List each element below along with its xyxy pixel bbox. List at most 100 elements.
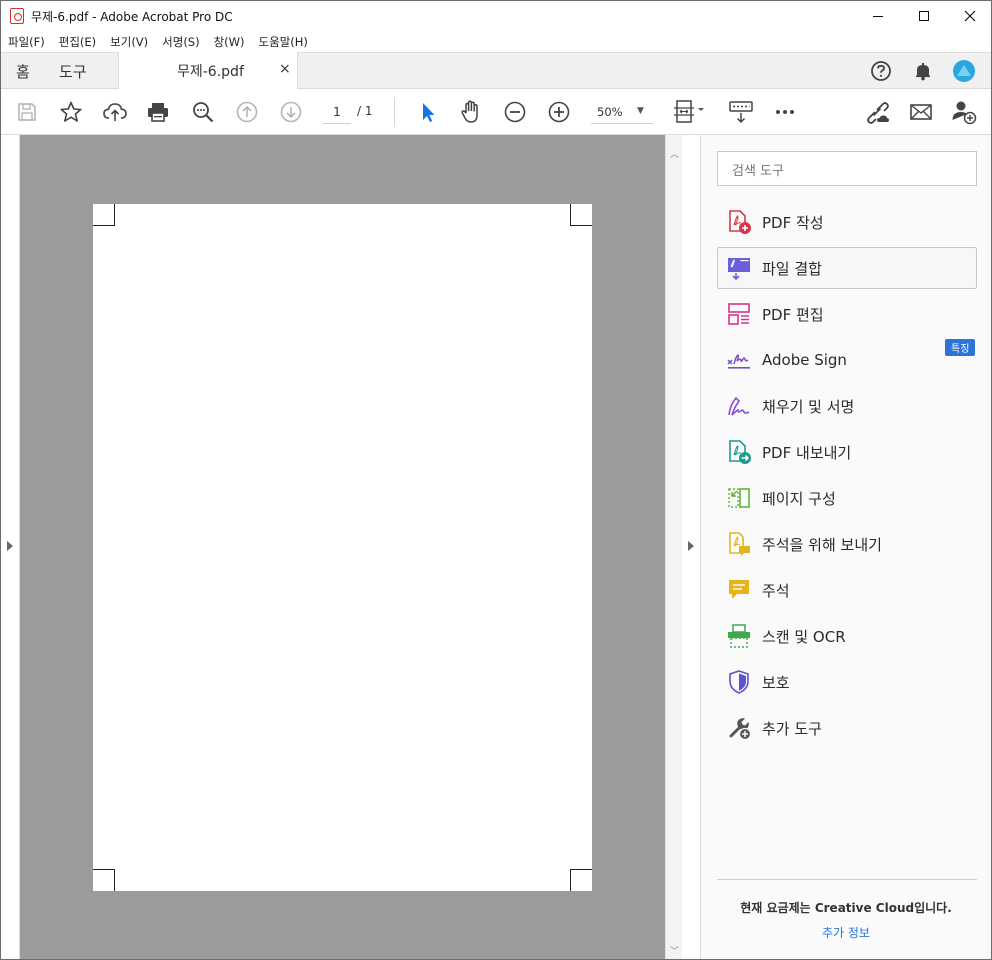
more-info-link[interactable]: 추가 정보 <box>701 924 991 941</box>
tool-send-for-comments[interactable]: 주석을 위해 보내기 <box>717 523 977 565</box>
featured-badge: 특징 <box>945 339 976 356</box>
window-title: 무제-6.pdf - Adobe Acrobat Pro DC <box>31 9 233 24</box>
protect-icon <box>726 669 752 695</box>
tool-label: 스캔 및 OCR <box>762 627 846 646</box>
crop-mark <box>570 869 592 891</box>
arrow-up-circle-icon <box>236 101 258 123</box>
acrobat-window: 무제-6.pdf - Adobe Acrobat Pro DC 파일(F) 편집… <box>0 0 992 960</box>
close-icon <box>964 10 976 22</box>
acrobat-app-icon <box>10 8 24 24</box>
scroll-down-icon[interactable]: ﹀ <box>670 944 679 957</box>
maximize-button[interactable] <box>901 1 947 31</box>
crop-mark <box>570 204 592 226</box>
search-document-button[interactable] <box>189 98 217 126</box>
save-button[interactable] <box>13 98 41 126</box>
menu-file[interactable]: 파일(F) <box>8 34 45 50</box>
read-mode-button[interactable] <box>727 98 755 126</box>
tool-organize-pages[interactable]: 페이지 구성 <box>717 477 977 519</box>
zoom-out-button[interactable] <box>501 98 529 126</box>
notifications-button[interactable] <box>911 59 935 83</box>
share-link-button[interactable] <box>863 98 891 126</box>
menu-window[interactable]: 창(W) <box>214 34 245 50</box>
maximize-icon <box>919 11 929 21</box>
previous-page-button[interactable] <box>233 98 261 126</box>
tool-scan-ocr[interactable]: 스캔 및 OCR <box>717 615 977 657</box>
bookmark-button[interactable] <box>57 98 85 126</box>
page-fit-button[interactable] <box>671 98 709 126</box>
tool-protect[interactable]: 보호 <box>717 661 977 703</box>
zoom-select[interactable]: 50% ▼ <box>591 102 653 124</box>
scan-ocr-icon <box>726 623 752 649</box>
edit-pdf-icon <box>726 301 752 327</box>
left-panel-toggle[interactable] <box>1 135 20 959</box>
tool-more-tools[interactable]: 추가 도구 <box>717 707 977 749</box>
help-icon <box>871 61 891 81</box>
menu-view[interactable]: 보기(V) <box>110 34 148 50</box>
combine-files-icon <box>726 255 752 281</box>
tab-document[interactable]: 무제-6.pdf × <box>118 52 298 89</box>
star-icon <box>60 101 82 122</box>
toolbar: 1 / 1 50% ▼ <box>1 89 991 135</box>
tab-home[interactable]: 홈 <box>16 61 30 82</box>
adobe-sign-icon <box>726 347 752 373</box>
arrow-down-circle-icon <box>280 101 302 123</box>
upload-button[interactable] <box>101 98 129 126</box>
pointer-arrow-icon <box>423 103 435 122</box>
fit-page-icon <box>674 100 704 123</box>
tool-label: PDF 편집 <box>762 305 824 324</box>
vertical-scrollbar[interactable]: ︿ ﹀ <box>665 135 682 959</box>
close-window-button[interactable] <box>947 1 991 31</box>
email-button[interactable] <box>907 98 935 126</box>
zoom-in-button[interactable] <box>545 98 573 126</box>
next-page-button[interactable] <box>277 98 305 126</box>
send-for-comments-icon <box>726 531 752 557</box>
bell-icon <box>916 63 930 81</box>
menu-help[interactable]: 도움말(H) <box>259 34 308 50</box>
scroll-up-icon[interactable]: ︿ <box>670 147 679 160</box>
more-tools-icon <box>726 715 752 741</box>
tool-fill-sign[interactable]: 채우기 및 서명 <box>717 385 977 427</box>
minimize-button[interactable] <box>855 1 901 31</box>
caret-right-icon <box>7 541 13 551</box>
tool-label: 페이지 구성 <box>762 489 836 508</box>
search-tools-input[interactable]: 검색 도구 <box>717 151 977 186</box>
tool-label: PDF 작성 <box>762 213 824 232</box>
document-viewer[interactable] <box>20 135 665 959</box>
menu-sign[interactable]: 서명(S) <box>162 34 199 50</box>
tool-label: 보호 <box>762 673 790 692</box>
add-user-button[interactable] <box>950 98 978 126</box>
keyboard-scroll-icon <box>729 101 753 124</box>
select-tool-button[interactable] <box>413 98 441 126</box>
pane-divider <box>717 879 977 880</box>
pdf-page[interactable] <box>93 204 592 891</box>
tool-adobe-sign[interactable]: Adobe Sign <box>717 339 977 381</box>
printer-icon <box>148 103 168 122</box>
hand-tool-button[interactable] <box>457 98 485 126</box>
menu-edit[interactable]: 편집(E) <box>59 34 96 50</box>
close-tab-button[interactable]: × <box>279 61 291 77</box>
tool-edit-pdf[interactable]: PDF 편집 <box>717 293 977 335</box>
more-options-button[interactable] <box>771 98 799 126</box>
tool-label: 주석 <box>762 581 790 600</box>
magnifier-icon <box>193 102 214 123</box>
tool-combine-files[interactable]: 파일 결합 <box>717 247 977 289</box>
create-pdf-icon <box>726 209 752 235</box>
link-cloud-icon <box>867 102 889 124</box>
menu-bar: 파일(F) 편집(E) 보기(V) 서명(S) 창(W) 도움말(H) <box>1 31 991 52</box>
tool-export-pdf[interactable]: PDF 내보내기 <box>717 431 977 473</box>
tools-pane: 검색 도구 PDF 작성 파일 결합 PDF 편집 Adobe Sign 채우기… <box>701 135 991 959</box>
tools-pane-toggle[interactable] <box>682 135 701 959</box>
toolbar-divider <box>394 97 395 127</box>
cloud-upload-icon <box>103 103 127 121</box>
save-icon <box>18 103 36 121</box>
account-button[interactable] <box>952 59 976 83</box>
chevron-down-icon: ▼ <box>637 106 644 116</box>
print-button[interactable] <box>144 98 172 126</box>
tab-tools[interactable]: 도구 <box>59 61 87 82</box>
tool-comment[interactable]: 주석 <box>717 569 977 611</box>
crop-mark <box>93 204 115 226</box>
crop-mark <box>93 869 115 891</box>
tool-create-pdf[interactable]: PDF 작성 <box>717 201 977 243</box>
help-button[interactable] <box>869 59 893 83</box>
page-number-input[interactable]: 1 <box>323 102 351 124</box>
